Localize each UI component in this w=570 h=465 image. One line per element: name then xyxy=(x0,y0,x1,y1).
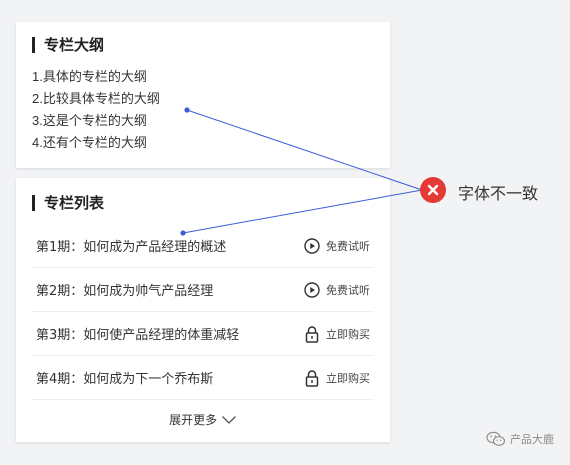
wechat-icon xyxy=(486,431,506,446)
annotation-line-2 xyxy=(182,189,423,234)
watermark: 产品大鹿 xyxy=(486,431,554,447)
watermark-label: 产品大鹿 xyxy=(510,433,554,446)
annotation-dot-1 xyxy=(184,107,190,113)
annotation-dot-2 xyxy=(180,230,186,236)
error-badge xyxy=(420,177,446,203)
annotation-line-1 xyxy=(186,109,423,191)
annotation-connector xyxy=(180,107,423,236)
close-icon xyxy=(427,184,439,196)
annotation-label: 字体不一致 xyxy=(458,184,539,203)
